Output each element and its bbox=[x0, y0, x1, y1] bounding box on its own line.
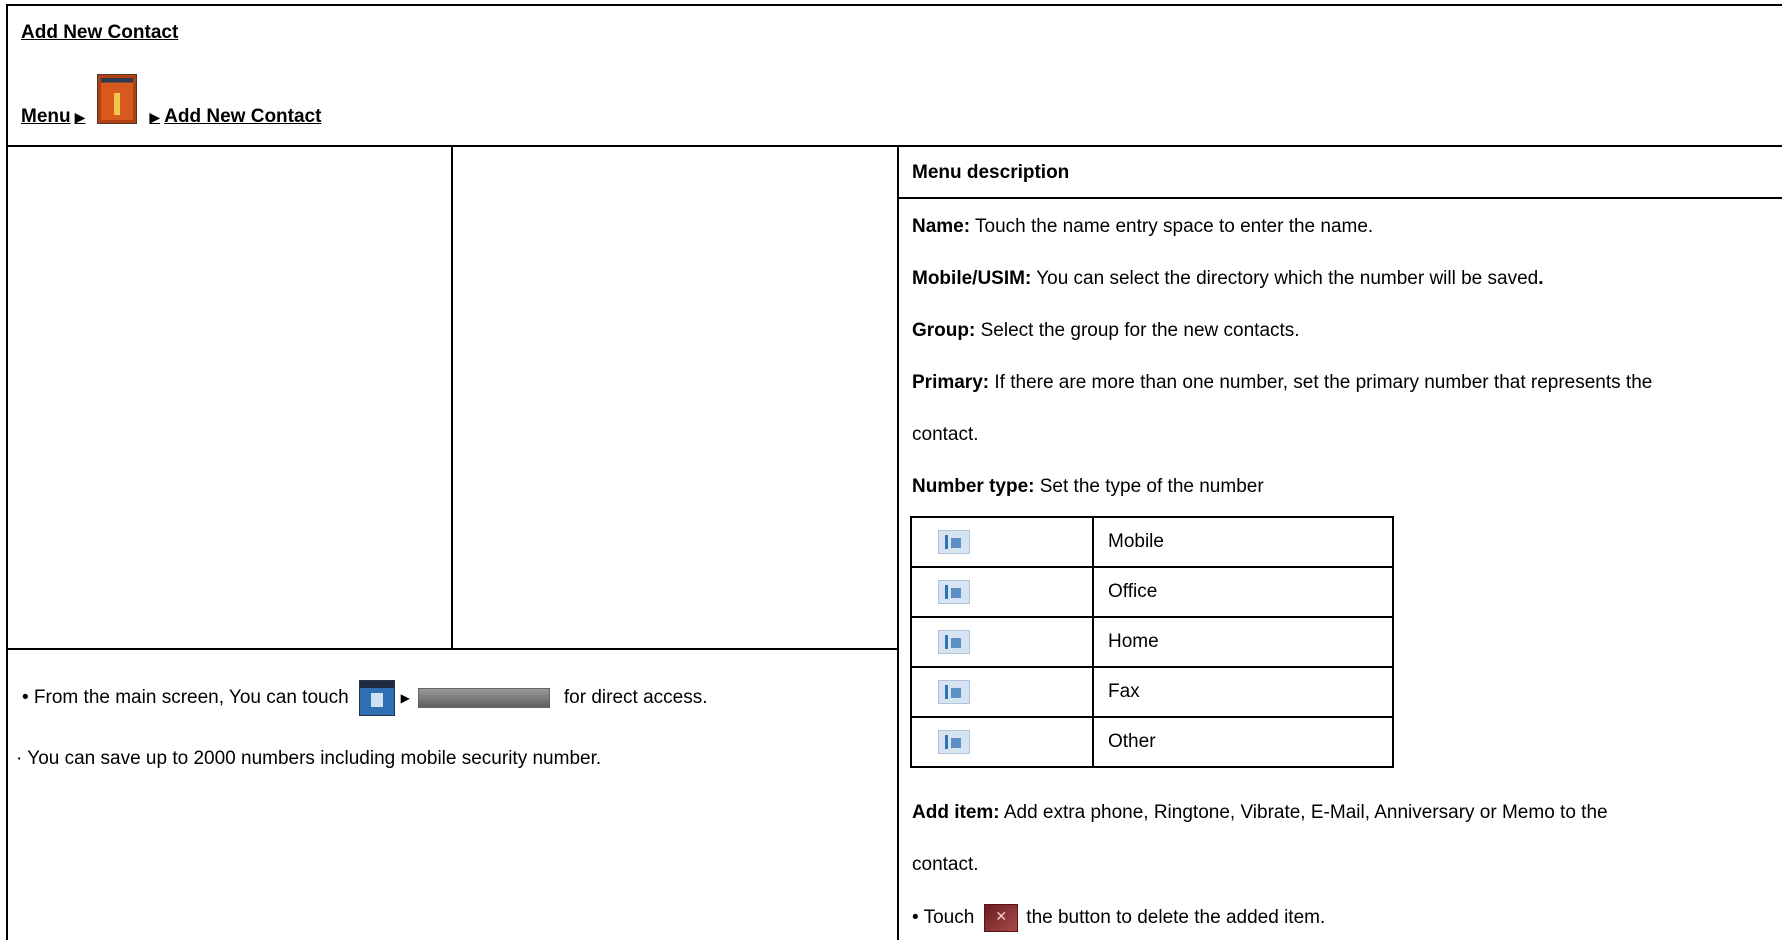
name-label: Name: bbox=[912, 216, 971, 237]
breadcrumb: Menu ▶ ▶ Add New Contact bbox=[21, 74, 321, 130]
number-type-desc: Number type: Set the type of the number bbox=[912, 476, 1264, 498]
type-label: Mobile bbox=[1092, 516, 1394, 568]
contacts-app-icon bbox=[97, 74, 138, 124]
add-item-desc: Add item: Add extra phone, Ringtone, Vib… bbox=[912, 802, 1608, 824]
fax-type-icon bbox=[938, 680, 970, 704]
group-text: Select the group for the new contacts. bbox=[975, 320, 1300, 341]
name-text: Touch the name entry space to enter the … bbox=[970, 216, 1374, 237]
breadcrumb-target: Add New Contact bbox=[164, 106, 322, 127]
number-type-table: Mobile Office Home Fax Other bbox=[910, 516, 1394, 768]
table-row: Mobile bbox=[910, 516, 1394, 568]
divider-left-bottom bbox=[8, 648, 898, 650]
add-item-label: Add item: bbox=[912, 802, 1000, 823]
breadcrumb-arrow-icon: ▶ bbox=[149, 109, 161, 125]
breadcrumb-menu: Menu bbox=[21, 106, 71, 127]
delete-note-suffix: the button to delete the added item. bbox=[1026, 907, 1326, 929]
primary-text: If there are more than one number, set t… bbox=[989, 372, 1653, 393]
new-contact-button-image bbox=[417, 688, 550, 708]
delete-note-prefix: • Touch bbox=[912, 907, 975, 929]
mobile-type-icon bbox=[938, 530, 970, 554]
direct-access-note: • From the main screen, You can touch ▶ … bbox=[22, 680, 708, 716]
mobile-usim-text: You can select the directory which the n… bbox=[1031, 268, 1539, 289]
home-type-icon bbox=[938, 630, 970, 654]
table-row: Home bbox=[910, 616, 1394, 668]
group-label: Group: bbox=[912, 320, 976, 341]
number-type-text: Set the type of the number bbox=[1034, 476, 1264, 497]
office-type-icon bbox=[938, 580, 970, 604]
type-label: Fax bbox=[1092, 666, 1394, 718]
divider-middle bbox=[897, 145, 899, 940]
direct-access-suffix: for direct access. bbox=[563, 687, 708, 708]
contacts-icon bbox=[358, 680, 395, 716]
page-title: Add New Contact bbox=[21, 22, 179, 43]
divider-left-col bbox=[451, 145, 453, 650]
number-type-label: Number type: bbox=[912, 476, 1035, 497]
mobile-usim-desc: Mobile/USIM: You can select the director… bbox=[912, 268, 1544, 290]
menu-description-heading: Menu description bbox=[912, 162, 1070, 183]
primary-desc: Primary: If there are more than one numb… bbox=[912, 372, 1652, 394]
page-header: Add New Contact Menu ▶ ▶ Add New Contact bbox=[8, 4, 1782, 147]
direct-access-text: • From the main screen, You can touch bbox=[22, 687, 349, 708]
type-label: Home bbox=[1092, 616, 1394, 668]
arrow-icon: ▶ bbox=[400, 691, 410, 705]
table-row: Fax bbox=[910, 666, 1394, 718]
add-item-text: Add extra phone, Ringtone, Vibrate, E-Ma… bbox=[999, 802, 1608, 823]
primary-label: Primary: bbox=[912, 372, 990, 393]
mobile-usim-label: Mobile/USIM: bbox=[912, 268, 1032, 289]
table-row: Office bbox=[910, 566, 1394, 618]
group-desc: Group: Select the group for the new cont… bbox=[912, 320, 1300, 342]
type-label: Other bbox=[1092, 716, 1394, 768]
add-item-desc-cont: contact. bbox=[912, 854, 979, 875]
delete-icon bbox=[984, 904, 1019, 932]
capacity-note: · You can save up to 2000 numbers includ… bbox=[16, 748, 602, 769]
primary-desc-cont: contact. bbox=[912, 424, 979, 445]
type-label: Office bbox=[1092, 566, 1394, 618]
mobile-usim-end: . bbox=[1538, 268, 1544, 289]
delete-note: • Touch the button to delete the added it… bbox=[912, 904, 1325, 932]
name-desc: Name: Touch the name entry space to ente… bbox=[912, 216, 1373, 238]
breadcrumb-arrow-icon: ▶ bbox=[74, 109, 86, 125]
divider-menu-header bbox=[898, 197, 1782, 199]
other-type-icon bbox=[938, 730, 970, 754]
table-row: Other bbox=[910, 716, 1394, 768]
